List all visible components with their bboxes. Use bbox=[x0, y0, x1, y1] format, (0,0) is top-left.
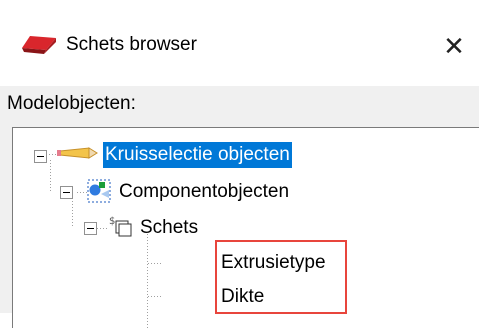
tree-node-cross-selection[interactable]: Kruisselectie objecten bbox=[103, 142, 292, 168]
sketch-icon: $ bbox=[109, 216, 132, 237]
close-icon: ✕ bbox=[443, 31, 465, 61]
collapse-toggle-schets[interactable] bbox=[84, 222, 97, 235]
component-objects-icon bbox=[87, 179, 111, 203]
title-bar: Schets browser ✕ bbox=[0, 0, 479, 86]
tree-node-component-objects[interactable]: Componentobjecten bbox=[119, 179, 289, 205]
pencil-icon bbox=[57, 147, 98, 159]
main-panel: Modelobjecten: $ Kruisselectie objecten … bbox=[0, 86, 479, 328]
model-objects-label: Modelobjecten: bbox=[7, 93, 136, 114]
tree-node-schets[interactable]: Schets bbox=[140, 215, 198, 241]
window-title: Schets browser bbox=[66, 34, 197, 55]
collapse-toggle-componentobjecten[interactable] bbox=[60, 186, 73, 199]
model-objects-tree[interactable]: $ Kruisselectie objecten Componentobject… bbox=[12, 127, 479, 328]
svg-text:$: $ bbox=[109, 216, 115, 227]
schets-browser-icon bbox=[22, 36, 56, 54]
close-button[interactable]: ✕ bbox=[436, 28, 472, 64]
collapse-toggle-root[interactable] bbox=[34, 150, 47, 163]
highlight-annotation bbox=[215, 240, 347, 314]
